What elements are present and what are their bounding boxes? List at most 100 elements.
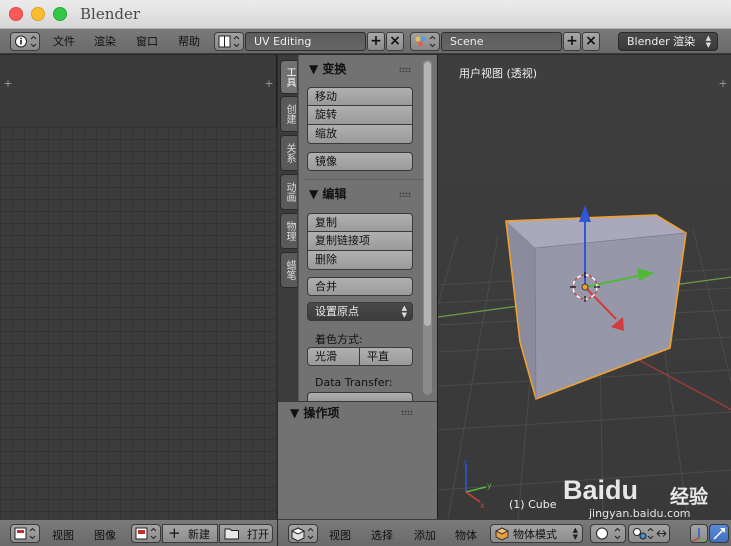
arrow-icon <box>713 528 725 540</box>
area-split-icon[interactable]: + <box>264 78 274 89</box>
delete-screen-icon[interactable]: × <box>386 32 404 51</box>
uv-grid[interactable] <box>0 127 277 519</box>
new-image-label: 新建 <box>188 528 210 541</box>
panel-grip-icon[interactable] <box>401 410 413 415</box>
solid-shading-icon <box>596 527 621 540</box>
3d-menu-object[interactable]: 物体 <box>455 527 477 543</box>
info-header: 文件 渲染 窗口 帮助 UV Editing + × Scene + × Ble… <box>0 29 731 54</box>
uv-image-editor[interactable]: + + <box>0 55 277 519</box>
tab-tools[interactable]: 工具 <box>280 60 297 94</box>
panel-grip-icon[interactable] <box>399 192 411 197</box>
dropdown-arrows-icon: ▲ ▼ <box>572 526 578 541</box>
menu-render[interactable]: 渲染 <box>94 34 116 49</box>
scale-button[interactable]: 缩放 <box>307 125 413 144</box>
mirror-button[interactable]: 镜像 <box>307 152 413 171</box>
window-titlebar: Blender <box>0 0 731 29</box>
3d-view-icon <box>290 527 314 542</box>
open-image-button[interactable]: 打开 <box>219 524 273 543</box>
3d-menu-view[interactable]: 视图 <box>329 527 351 543</box>
image-icon <box>135 527 157 540</box>
add-scene-icon[interactable]: + <box>563 32 581 51</box>
new-image-button[interactable]: + 新建 <box>162 524 218 543</box>
svg-text:y: y <box>487 481 492 490</box>
delete-scene-icon[interactable]: × <box>582 32 600 51</box>
dropdown-arrows-icon: ▲ ▼ <box>705 34 711 49</box>
render-engine-label: Blender 渲染 <box>627 35 696 48</box>
data-transfer-label: Data Transfer: <box>315 376 393 389</box>
3d-view-header: 视图 选择 添加 物体 物体模式 ▲ ▼ <box>278 519 731 546</box>
rotate-button[interactable]: 旋转 <box>307 106 413 125</box>
svg-text:z: z <box>463 458 467 467</box>
tool-shelf-tabs: 工具 创建 关系 动画 物理 蜡笔 <box>278 55 298 401</box>
tab-create[interactable]: 创建 <box>280 96 297 132</box>
menu-window[interactable]: 窗口 <box>136 34 158 49</box>
manipulator-icon <box>692 528 706 542</box>
uv-editor-header: 视图 图像 + 新建 打开 <box>0 519 277 546</box>
3d-menu-add[interactable]: 添加 <box>414 527 436 543</box>
screen-layout-browse-button[interactable] <box>214 32 244 51</box>
pivot-icon <box>633 527 667 540</box>
operator-panel-header[interactable]: ▼ 操作项 <box>290 404 339 421</box>
tool-shelf: ▼ 变换 移动 旋转 缩放 镜像 ▼ 编辑 复制 复制链接项 删除 合并 设置原… <box>298 55 437 401</box>
shading-label: 着色方式: <box>315 333 363 346</box>
pivot-point-select[interactable] <box>628 524 670 543</box>
duplicate-button[interactable]: 复制 <box>307 213 413 232</box>
tool-shelf-scroll-thumb[interactable] <box>424 62 431 326</box>
viewport-shading-select[interactable] <box>590 524 626 543</box>
add-screen-icon[interactable]: + <box>367 32 385 51</box>
tab-physics[interactable]: 物理 <box>280 213 297 249</box>
set-origin-select[interactable]: 设置原点 ▲ ▼ <box>307 302 413 321</box>
watermark-brand: Baidu <box>563 475 639 505</box>
render-engine-select[interactable]: Blender 渲染 ▲ ▼ <box>618 32 718 51</box>
transform-panel-header[interactable]: ▼ 变换 <box>309 60 346 77</box>
uv-menu-view[interactable]: 视图 <box>52 527 74 543</box>
object-mode-icon <box>494 527 510 541</box>
join-button[interactable]: 合并 <box>307 277 413 296</box>
interaction-mode-select[interactable]: 物体模式 ▲ ▼ <box>490 524 583 543</box>
edit-panel-header[interactable]: ▼ 编辑 <box>309 185 346 202</box>
shade-flat-button[interactable]: 平直 <box>360 347 413 366</box>
minimize-window-button[interactable] <box>31 7 45 21</box>
tab-animation[interactable]: 动画 <box>280 174 297 210</box>
image-browse-button[interactable] <box>131 524 161 543</box>
tab-grease-pencil[interactable]: 蜡笔 <box>280 252 297 288</box>
scene-browse-button[interactable] <box>410 32 440 51</box>
panel-divider <box>303 179 423 180</box>
delete-button[interactable]: 删除 <box>307 251 413 270</box>
dropdown-arrows-icon: ▲ ▼ <box>401 304 407 319</box>
area-split-icon[interactable]: + <box>3 78 13 89</box>
svg-text:x: x <box>480 501 485 510</box>
menu-help[interactable]: 帮助 <box>178 34 200 49</box>
translate-manipulator-toggle[interactable] <box>709 524 729 543</box>
open-image-label: 打开 <box>247 528 269 541</box>
scene-icon <box>415 35 436 48</box>
tab-relations[interactable]: 关系 <box>280 135 297 171</box>
manipulator-toggle[interactable] <box>690 524 708 543</box>
plus-icon: + <box>168 524 181 542</box>
data-transfer-button[interactable] <box>307 392 413 401</box>
scene-field[interactable]: Scene <box>441 32 562 51</box>
menu-file[interactable]: 文件 <box>53 34 75 49</box>
window-title: Blender <box>80 5 141 23</box>
duplicate-linked-button[interactable]: 复制链接项 <box>307 232 413 251</box>
screen-layout-field[interactable]: UV Editing <box>245 32 366 51</box>
translate-button[interactable]: 移动 <box>307 87 413 106</box>
watermark-suffix: 经验 <box>670 486 709 508</box>
editor-type-button[interactable] <box>10 32 40 51</box>
layout-icon <box>218 35 240 48</box>
folder-icon <box>224 528 239 540</box>
active-object-label: (1) Cube <box>509 498 557 511</box>
close-window-button[interactable] <box>9 7 23 21</box>
maximize-window-button[interactable] <box>53 7 67 21</box>
3d-menu-select[interactable]: 选择 <box>371 527 393 543</box>
3d-view-editor-type-button[interactable] <box>288 524 318 543</box>
uv-menu-image[interactable]: 图像 <box>94 527 116 543</box>
axis-gizmo: z y x <box>463 458 492 510</box>
shade-smooth-button[interactable]: 光滑 <box>307 347 360 366</box>
uv-editor-type-button[interactable] <box>10 524 40 543</box>
image-editor-icon <box>14 527 36 540</box>
info-icon <box>15 35 37 48</box>
panel-grip-icon[interactable] <box>399 67 411 72</box>
3d-viewport[interactable]: 用户视图 (透视) + z y x (1) Cube Baidu 经验 jing… <box>437 55 731 520</box>
viewport-scene: z y x <box>438 205 731 519</box>
